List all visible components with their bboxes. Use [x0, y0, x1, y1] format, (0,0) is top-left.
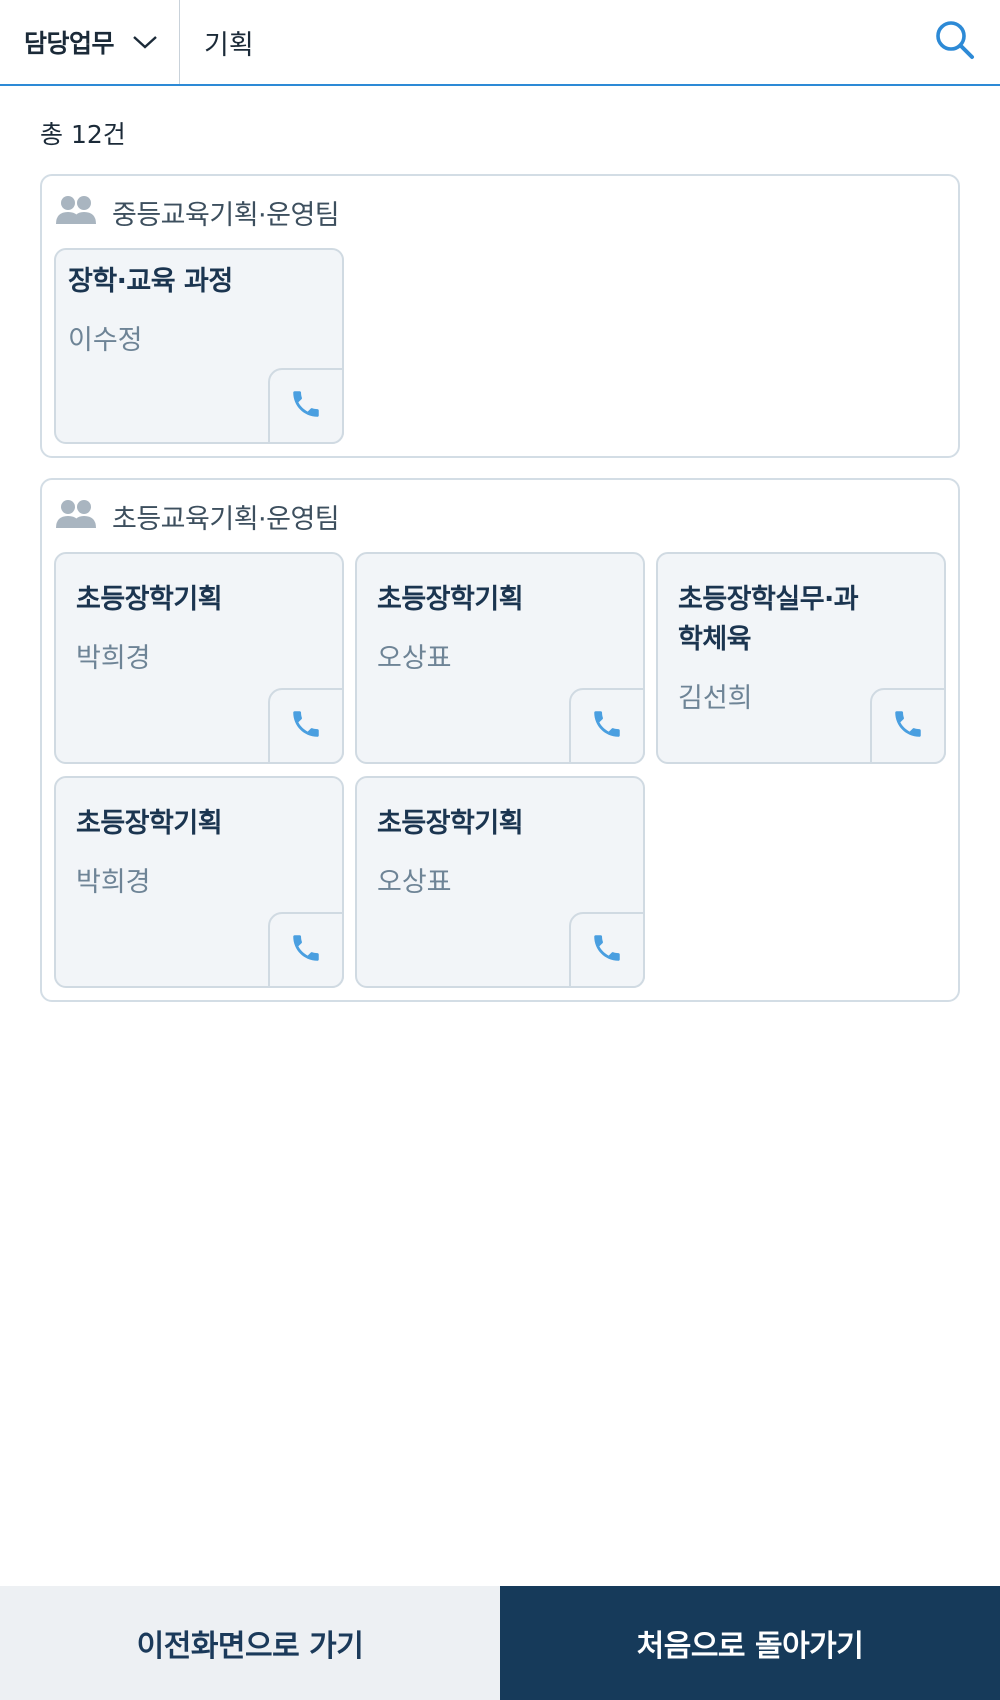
card-name: 김선희 [678, 683, 753, 714]
card-name: 오상표 [377, 867, 452, 898]
team-header: 중등교육기획·운영팀 [56, 192, 340, 232]
phone-icon [289, 931, 323, 969]
contact-card: 초등장학기획 오상표 [355, 776, 645, 988]
team-title: 중등교육기획·운영팀 [112, 199, 340, 231]
card-name: 오상표 [377, 643, 452, 674]
card-name: 박희경 [76, 643, 151, 674]
category-label: 담당업무 [24, 29, 115, 58]
phone-icon [289, 387, 323, 425]
chevron-down-icon [132, 34, 158, 50]
card-name: 이수정 [68, 325, 143, 356]
team-header: 초등교육기획·운영팀 [56, 496, 340, 536]
search-icon [934, 19, 976, 65]
call-button[interactable] [569, 912, 645, 988]
card-task: 초등장학기획 [377, 808, 524, 839]
phone-icon [289, 707, 323, 745]
contact-card: 초등장학실무·과학체육 김선희 [656, 552, 946, 764]
contact-card: 초등장학기획 박희경 [54, 776, 344, 988]
phone-icon [590, 931, 624, 969]
search-input[interactable] [180, 0, 910, 84]
phone-icon [891, 707, 925, 745]
call-button[interactable] [569, 688, 645, 764]
people-icon [56, 498, 96, 534]
category-dropdown[interactable]: 담당업무 [0, 0, 180, 84]
card-name: 박희경 [76, 867, 151, 898]
team-title: 초등교육기획·운영팀 [112, 503, 340, 535]
search-bar: 담당업무 [0, 0, 1000, 86]
call-button[interactable] [268, 912, 344, 988]
contact-card: 장학·교육 과정 이수정 [54, 248, 344, 444]
result-count: 총 12건 [40, 120, 126, 149]
call-button[interactable] [870, 688, 946, 764]
contact-card: 초등장학기획 박희경 [54, 552, 344, 764]
team-group: 중등교육기획·운영팀 장학·교육 과정 이수정 [40, 174, 960, 458]
call-button[interactable] [268, 688, 344, 764]
phone-icon [590, 707, 624, 745]
card-task: 초등장학실무·과학체육 [678, 584, 859, 655]
card-task: 초등장학기획 [377, 584, 524, 615]
card-task: 초등장학기획 [76, 584, 223, 615]
card-task: 장학·교육 과정 [68, 266, 233, 297]
bottom-nav: 이전화면으로 가기 처음으로 돌아가기 [0, 1586, 1000, 1700]
contact-card: 초등장학기획 오상표 [355, 552, 645, 764]
team-group: 초등교육기획·운영팀 초등장학기획 박희경 초등장학기획 오상표 초등장학실무·… [40, 478, 960, 1002]
home-button[interactable]: 처음으로 돌아가기 [500, 1586, 1000, 1700]
search-button[interactable] [910, 0, 1000, 84]
people-icon [56, 194, 96, 230]
back-button[interactable]: 이전화면으로 가기 [0, 1586, 500, 1700]
card-task: 초등장학기획 [76, 808, 223, 839]
call-button[interactable] [268, 368, 344, 444]
